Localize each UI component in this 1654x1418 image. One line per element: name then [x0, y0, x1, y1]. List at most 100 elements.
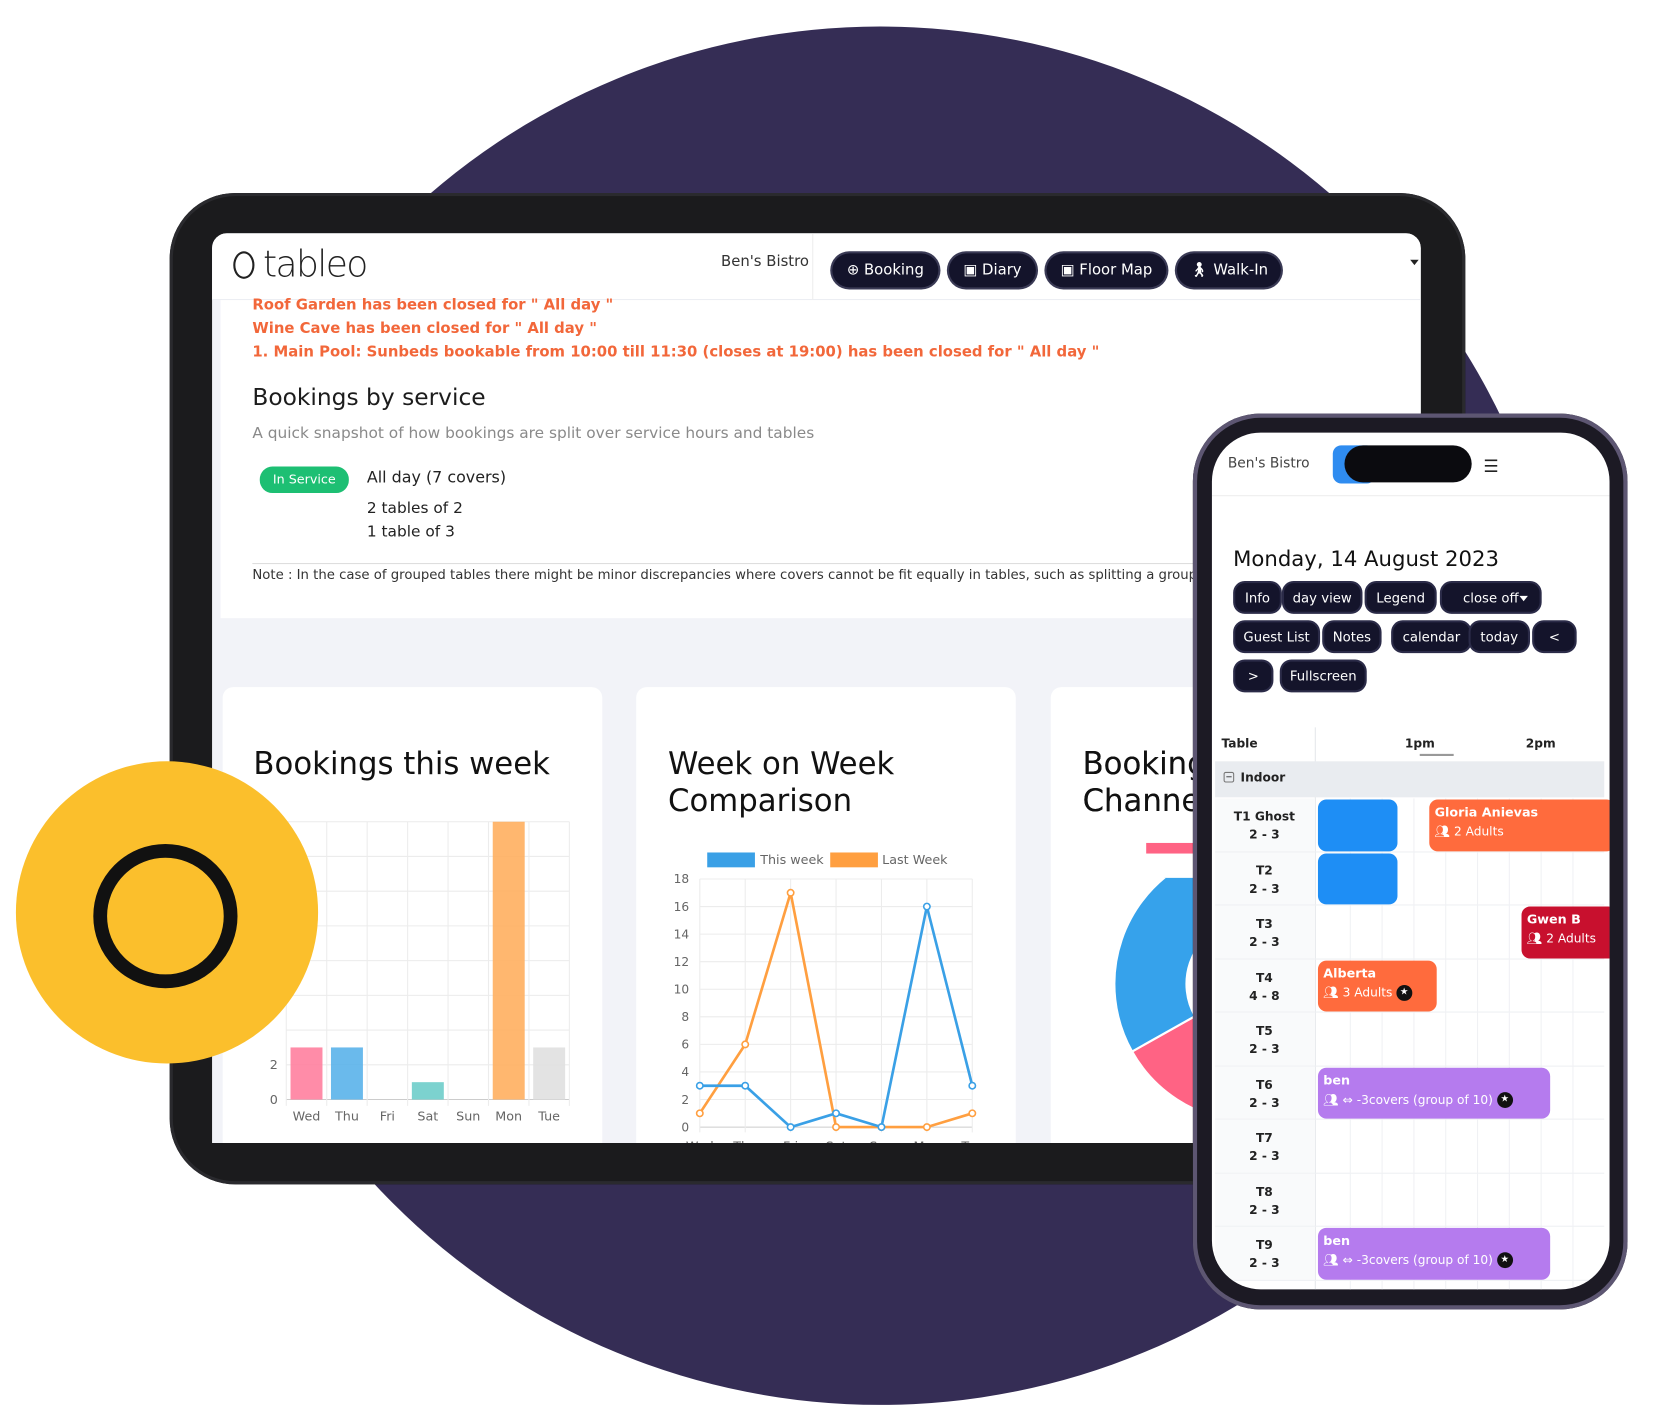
- note-text: Note : In the case of grouped tables the…: [252, 566, 1198, 583]
- table-line: 2 tables of 2: [366, 500, 463, 518]
- table-name: T4: [1255, 969, 1273, 985]
- time-label: 1pm: [1404, 735, 1435, 751]
- booking-block[interactable]: [1317, 853, 1398, 905]
- scroll-indicator[interactable]: [1419, 753, 1454, 756]
- data-point[interactable]: [786, 1123, 795, 1132]
- data-point[interactable]: [968, 1109, 977, 1118]
- x-tick-label: Tue: [960, 1138, 983, 1143]
- data-point[interactable]: [741, 1081, 750, 1090]
- booking-block[interactable]: Gloria Anievas 👥︎ 2 Adults: [1429, 799, 1610, 851]
- legend-swatch[interactable]: [830, 852, 878, 868]
- data-point[interactable]: [968, 1081, 977, 1090]
- logo[interactable]: tableo: [233, 243, 368, 287]
- diary-notes-button[interactable]: Notes: [1324, 622, 1380, 652]
- booking-detail: 👥︎ 2 Adults: [1527, 928, 1610, 949]
- guest-name: Alberta: [1323, 965, 1377, 981]
- walk-in-button[interactable]: 🚶︎ Walk-In: [1176, 253, 1281, 288]
- bar-sat[interactable]: [411, 1082, 444, 1100]
- table-name: T2: [1255, 862, 1273, 878]
- booking-block[interactable]: ben 👥︎ ⇔ -3covers (group of 10) ★: [1317, 1067, 1551, 1119]
- previous-day-button[interactable]: <: [1534, 622, 1575, 652]
- diary-legend-button[interactable]: Legend: [1366, 583, 1435, 612]
- diary-day-view-button[interactable]: day view: [1284, 583, 1361, 612]
- dynamic-island: [1344, 445, 1472, 483]
- collapse-icon[interactable]: −: [1223, 771, 1235, 783]
- bar-mon[interactable]: [492, 821, 525, 1100]
- x-tick-label: Sun: [869, 1138, 893, 1143]
- card-title: Bookings this week: [253, 745, 550, 782]
- grid-line: [1572, 798, 1574, 1290]
- data-point[interactable]: [741, 1040, 750, 1049]
- table-name: T1 Ghost: [1233, 809, 1296, 824]
- data-point[interactable]: [877, 1123, 886, 1132]
- y-tick-label: 2: [681, 1093, 689, 1107]
- floor-map-button[interactable]: ▣ Floor Map: [1046, 253, 1167, 288]
- diary-calendar-button[interactable]: calendar: [1393, 622, 1470, 652]
- legend-label[interactable]: Last Week: [882, 852, 948, 867]
- grid-line: [1476, 798, 1479, 1290]
- guest-name: Gloria Anievas: [1434, 804, 1539, 820]
- time-label: 2pm: [1525, 735, 1556, 751]
- y-tick-label: 4: [681, 1065, 689, 1079]
- hamburger-menu-icon[interactable]: ☰: [1483, 456, 1498, 476]
- table-column-header: Table: [1221, 735, 1258, 751]
- data-point[interactable]: [786, 888, 795, 897]
- bar-thu[interactable]: [330, 1047, 363, 1100]
- logo-o-icon: [233, 251, 255, 279]
- legend-swatch[interactable]: [707, 852, 755, 868]
- y-tick-label: 2: [270, 1057, 278, 1072]
- plus-circle-icon: ⊕: [846, 261, 860, 279]
- card-title: Comparison: [667, 782, 853, 819]
- dropdown-caret-icon[interactable]: [1410, 259, 1419, 266]
- legend-swatch: [1146, 842, 1194, 854]
- top-nav: tableo Ben's Bistro ⊕ Booking ▣ Diary ▣ …: [212, 233, 1421, 301]
- divider: [812, 233, 814, 301]
- guests-icon: 👥︎: [1526, 930, 1547, 946]
- table-capacity: 2 - 3: [1249, 1148, 1280, 1164]
- data-point[interactable]: [832, 1123, 841, 1132]
- guest-name: Gwen B: [1526, 911, 1581, 927]
- diary-today-button[interactable]: today: [1470, 622, 1528, 652]
- guests-icon: 👥︎: [1323, 984, 1343, 1000]
- table-name: T7: [1255, 1130, 1273, 1146]
- y-tick-label: 14: [674, 927, 690, 941]
- booking-block[interactable]: ben 👥︎ ⇔ -3covers (group of 10) ★: [1317, 1227, 1551, 1280]
- line-chart: 0 2 4 6 8 10 12 14 16 18 Wed Thu Fri Sat Sun Mon Tue This…: [674, 852, 984, 1143]
- diary-button[interactable]: ▣ Diary: [948, 253, 1036, 288]
- bar-tue[interactable]: [533, 1047, 566, 1100]
- diary-guest-list-button[interactable]: Guest List: [1235, 622, 1318, 652]
- card-title: Week on Week: [667, 745, 895, 782]
- section-label: Indoor: [1240, 769, 1286, 785]
- diary-info-button[interactable]: Info: [1235, 583, 1280, 612]
- data-point[interactable]: [922, 902, 931, 911]
- legend-label[interactable]: This week: [759, 852, 824, 867]
- table-line: 1 table of 3: [366, 523, 455, 541]
- logo-text: tableo: [262, 243, 368, 287]
- data-point[interactable]: [695, 1109, 704, 1118]
- data-point[interactable]: [832, 1109, 841, 1118]
- week-comparison-card: Week on Week Comparison 0 2 4 6 8 10 12 14 16 18 W…: [636, 687, 1016, 1144]
- button-label: Floor Map: [1079, 261, 1153, 279]
- booking-block[interactable]: Gwen B 👥︎ 2 Adults: [1521, 906, 1610, 958]
- venue-name: Ben's Bistro: [1227, 455, 1310, 472]
- data-point[interactable]: [695, 1081, 704, 1090]
- y-tick-label: 16: [674, 900, 690, 914]
- booking-button[interactable]: ⊕ Booking: [832, 253, 939, 288]
- star-icon: ★: [1496, 1252, 1513, 1269]
- data-point[interactable]: [922, 1123, 931, 1132]
- star-icon: ★: [1496, 1091, 1513, 1108]
- closure-alert: 1. Main Pool: Sunbeds bookable from 10:0…: [252, 343, 1100, 361]
- tableo-ring-icon: [93, 843, 238, 989]
- card-title: Chann: [1082, 782, 1182, 819]
- calendar-icon: ▣: [1060, 261, 1075, 279]
- table-capacity: 2 - 3: [1249, 1255, 1280, 1271]
- service-summary: All day (7 covers): [366, 467, 507, 487]
- booking-block[interactable]: [1317, 799, 1398, 851]
- card-title: Bookin: [1082, 745, 1188, 782]
- booking-block[interactable]: Alberta 👥︎ 3 Adults ★: [1317, 960, 1437, 1012]
- next-day-button[interactable]: >: [1235, 661, 1272, 691]
- phone-device: Ben's Bistro ☰ Monday, 14 August 2023 Ta…: [1192, 413, 1628, 1310]
- bar-wed[interactable]: [290, 1047, 323, 1100]
- guests-icon: 👥︎: [1323, 1091, 1343, 1107]
- diary-fullscreen-button[interactable]: Fullscreen: [1281, 661, 1365, 691]
